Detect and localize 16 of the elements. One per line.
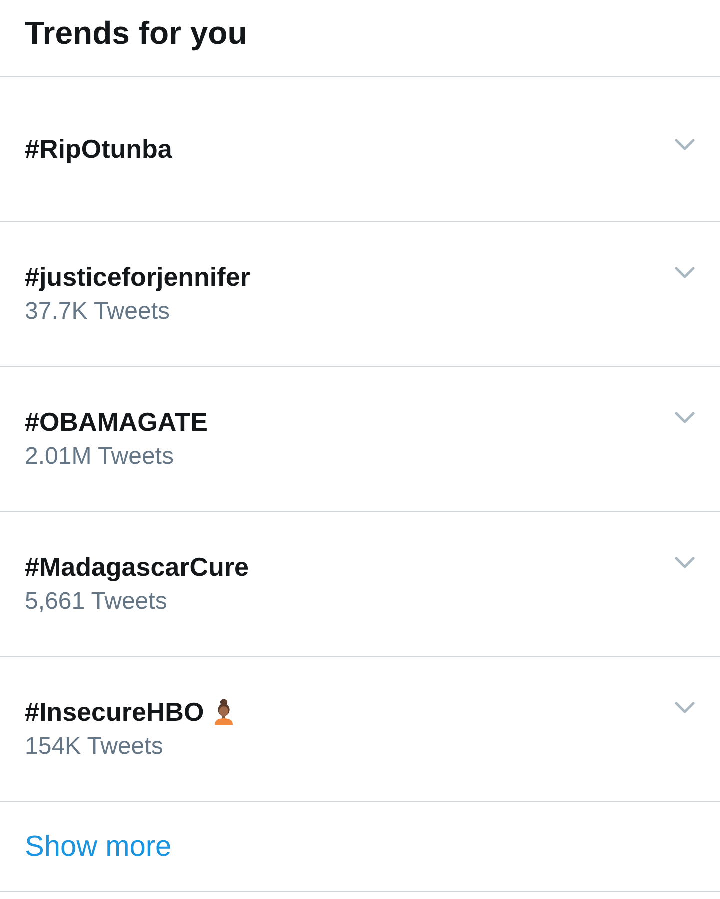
section-title: Trends for you — [25, 14, 248, 53]
chevron-down-icon[interactable] — [675, 702, 695, 714]
chevron-down-icon[interactable] — [675, 557, 695, 569]
tweet-count: 5,661 Tweets — [25, 587, 168, 617]
tweet-count: 2.01M Tweets — [25, 442, 174, 472]
trend-name[interactable]: #MadagascarCure — [25, 549, 249, 585]
person-icon — [213, 699, 236, 725]
tweet-count: 37.7K Tweets — [25, 297, 170, 327]
chevron-down-icon[interactable] — [675, 412, 695, 424]
chevron-down-icon[interactable] — [675, 267, 695, 279]
trend-name[interactable]: #justiceforjennifer — [25, 259, 250, 295]
chevron-down-icon[interactable] — [675, 139, 695, 151]
trend-name[interactable]: #OBAMAGATE — [25, 404, 208, 440]
trend-name[interactable]: #RipOtunba — [25, 131, 172, 167]
trend-name[interactable]: #InsecureHBO — [25, 694, 204, 730]
tweet-count: 154K Tweets — [25, 732, 164, 762]
